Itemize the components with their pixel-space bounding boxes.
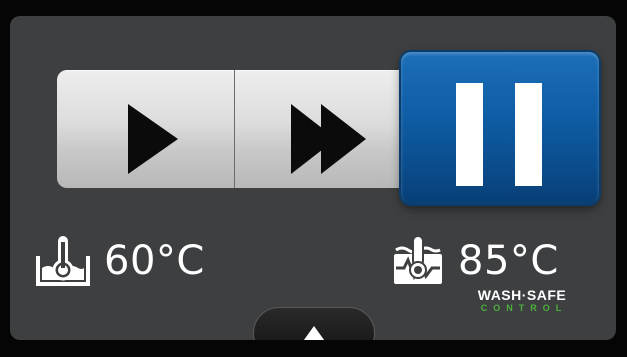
play-button[interactable] [57, 70, 235, 188]
pause-icon [456, 83, 542, 186]
wash-tank-thermometer-icon [36, 236, 90, 286]
rinse-temperature-readout: 85°C [390, 231, 559, 291]
fast-forward-icon [291, 104, 366, 174]
brand-line-1: WASH·SAFE [477, 287, 567, 303]
wash-temperature-value: 60°C [104, 238, 205, 284]
play-icon [128, 104, 178, 174]
expand-up-button[interactable] [253, 307, 375, 340]
button-group [57, 70, 409, 188]
fast-forward-button[interactable] [235, 70, 409, 188]
wash-temperature-readout: 60°C [34, 231, 205, 291]
playback-controls [57, 52, 607, 204]
rinse-temperature-value: 85°C [458, 238, 559, 284]
up-arrow-icon [303, 326, 325, 340]
brand-line-2: CONTROL [480, 303, 568, 313]
rinse-thermometer-icon [394, 235, 442, 284]
control-screen: 60°C 85°C WASH·SAFE CONTROL [10, 16, 616, 340]
pause-button[interactable] [401, 52, 599, 204]
wash-safe-logo: WASH·SAFE CONTROL [462, 288, 582, 314]
